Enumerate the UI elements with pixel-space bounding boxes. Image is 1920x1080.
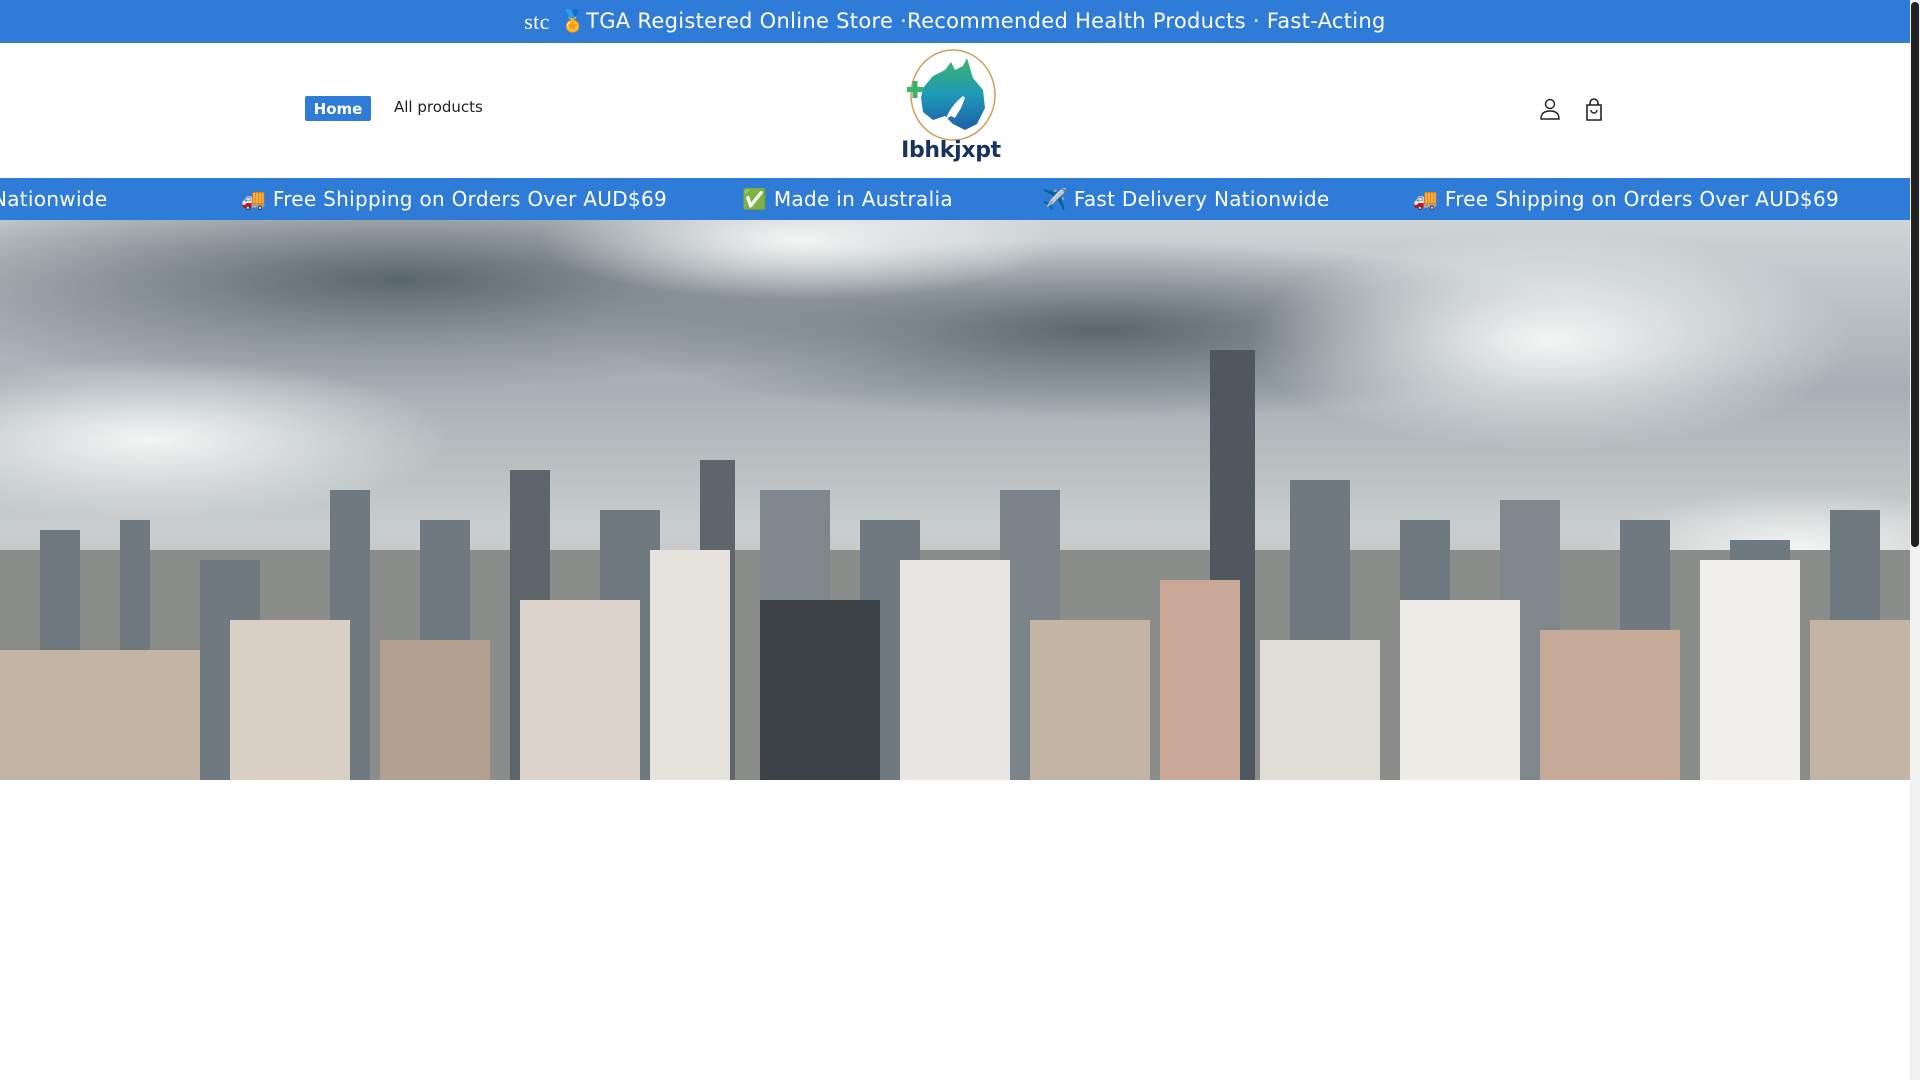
announcement-text: 🏅TGA Registered Online Store ·Recommende… bbox=[559, 9, 1386, 33]
ticker-item: ✈️ Fast Delivery Nationwide bbox=[0, 187, 108, 211]
ticker-item: 🚚 Free Shipping on Orders Over AUD$69 bbox=[241, 187, 668, 211]
cart-icon[interactable] bbox=[1579, 95, 1609, 125]
account-icon[interactable] bbox=[1535, 95, 1565, 125]
australia-logo-icon bbox=[907, 49, 996, 141]
site-header: Home All products Ibhkjxpt bbox=[0, 43, 1910, 178]
page-scrollbar[interactable] bbox=[1910, 0, 1920, 1080]
scrollbar-thumb[interactable] bbox=[1911, 2, 1919, 547]
ticker-item: ✅ Made in Australia bbox=[742, 187, 953, 211]
hero-city-skyline-image bbox=[0, 220, 1910, 780]
announcement-prefix: stc bbox=[524, 8, 550, 34]
brand-name: Ibhkjxpt bbox=[901, 138, 1001, 163]
brand-logo[interactable]: Ibhkjxpt bbox=[893, 48, 1009, 166]
nav-home-link[interactable]: Home bbox=[305, 96, 371, 121]
announcement-bar: stc 🏅TGA Registered Online Store ·Recomm… bbox=[0, 0, 1910, 43]
nav-all-products-link[interactable]: All products bbox=[394, 98, 483, 116]
promo-ticker: ✈️ Fast Delivery Nationwide 🚚 Free Shipp… bbox=[0, 178, 1910, 220]
ticker-item: 🚚 Free Shipping on Orders Over AUD$69 bbox=[1413, 187, 1840, 211]
ticker-item: ✈️ Fast Delivery Nationwide bbox=[1042, 187, 1330, 211]
